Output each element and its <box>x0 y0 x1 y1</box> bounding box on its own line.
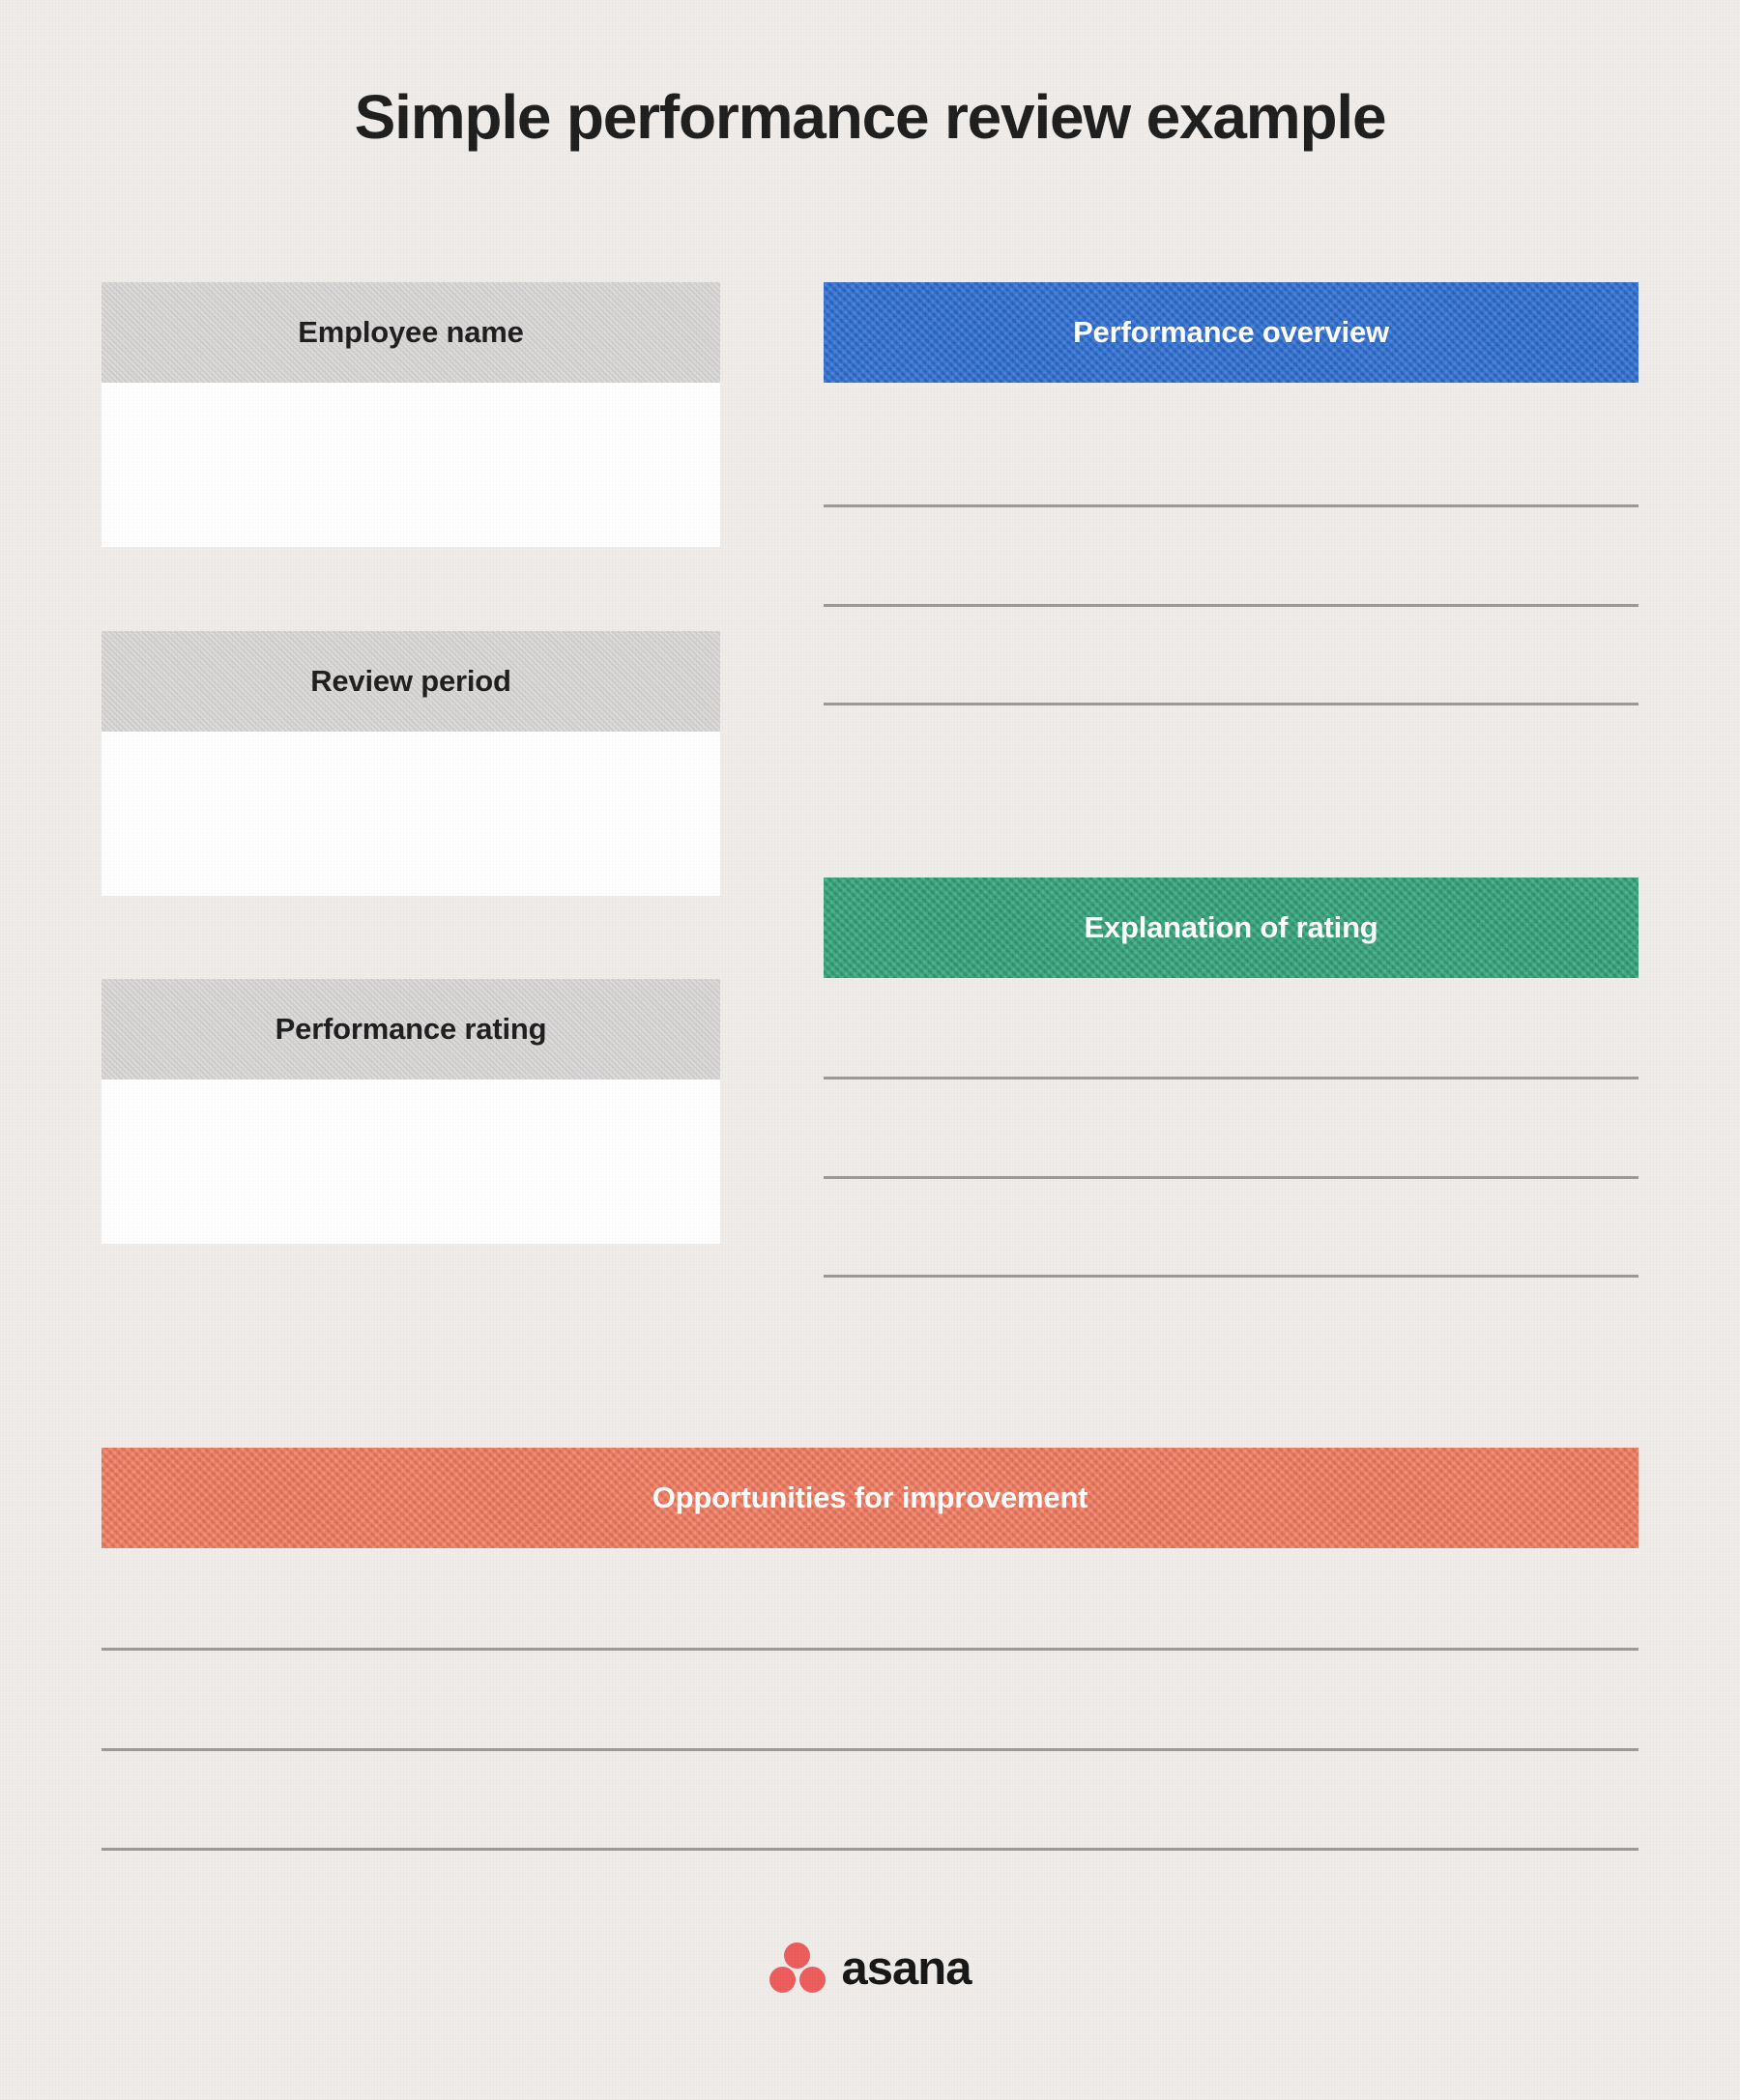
writing-line-opportunities-3[interactable] <box>102 1848 1638 1851</box>
section-header-performance-overview: Performance overview <box>824 282 1638 383</box>
writing-line-explanation-of-rating-1[interactable] <box>824 1077 1638 1079</box>
field-header-review-period: Review period <box>102 631 720 732</box>
field-block-review-period: Review period <box>102 631 720 896</box>
section-header-label-opportunities-for-improvement: Opportunities for improvement <box>652 1481 1088 1514</box>
section-header-label-performance-overview: Performance overview <box>1073 315 1389 349</box>
logo-dot-top-icon <box>784 1942 811 1969</box>
writing-line-performance-overview-3[interactable] <box>824 703 1638 705</box>
writing-line-opportunities-1[interactable] <box>102 1648 1638 1651</box>
field-input-employee-name[interactable] <box>102 383 720 547</box>
asana-logo: asana <box>0 1942 1740 1995</box>
writing-line-explanation-of-rating-2[interactable] <box>824 1176 1638 1179</box>
field-input-review-period[interactable] <box>102 732 720 896</box>
writing-line-explanation-of-rating-3[interactable] <box>824 1275 1638 1278</box>
field-input-performance-rating[interactable] <box>102 1079 720 1244</box>
asana-logo-wordmark: asana <box>841 1942 972 1995</box>
writing-line-performance-overview-1[interactable] <box>824 504 1638 507</box>
writing-line-performance-overview-2[interactable] <box>824 604 1638 607</box>
field-block-performance-rating: Performance rating <box>102 979 720 1244</box>
section-header-explanation-of-rating: Explanation of rating <box>824 877 1638 978</box>
field-header-performance-rating: Performance rating <box>102 979 720 1079</box>
section-header-label-explanation-of-rating: Explanation of rating <box>1084 910 1378 944</box>
writing-line-opportunities-2[interactable] <box>102 1748 1638 1751</box>
review-template-page: Simple performance review example Employ… <box>0 0 1740 2100</box>
asana-logo-mark-icon <box>768 1942 826 1995</box>
section-header-opportunities-for-improvement: Opportunities for improvement <box>102 1448 1638 1548</box>
field-block-employee-name: Employee name <box>102 282 720 547</box>
logo-dot-left-icon <box>768 1967 796 1993</box>
field-header-employee-name: Employee name <box>102 282 720 383</box>
logo-dot-right-icon <box>798 1967 826 1993</box>
page-title: Simple performance review example <box>354 82 1387 152</box>
